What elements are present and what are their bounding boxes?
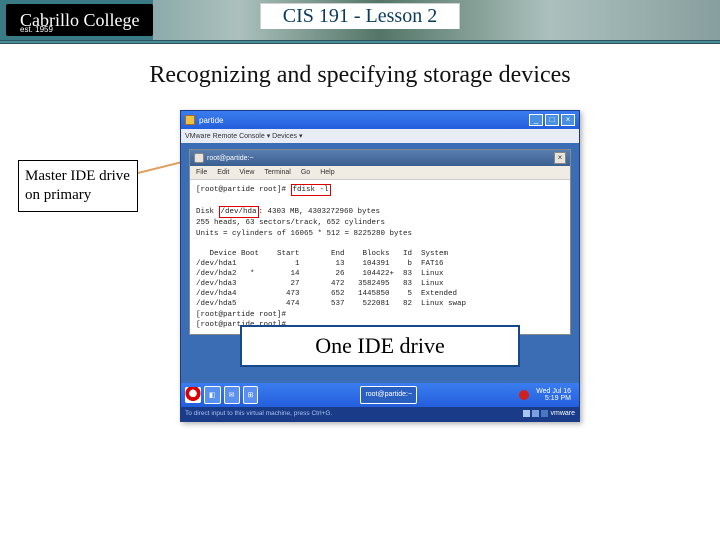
taskbar-app1-icon[interactable]: ◧ (204, 386, 221, 404)
vmware-window: partide _ □ × VMware Remote Console ▾ De… (180, 110, 580, 422)
taskbar-clock[interactable]: Wed Jul 16 5:19 PM (532, 388, 575, 402)
vmware-title-text: partide (199, 116, 223, 125)
terminal-output: [root@partide root]# fdisk -l Disk /dev/… (196, 184, 564, 330)
clock-day: Wed Jul 16 (536, 388, 571, 395)
taskbar-app3-icon[interactable]: ⊞ (243, 386, 259, 404)
terminal-title-text: root@partide:~ (207, 155, 554, 162)
menu-go[interactable]: Go (301, 169, 310, 176)
slide-body: Recognizing and specifying storage devic… (0, 44, 720, 89)
slide-header: Cabrillo College est. 1959 CIS 191 - Les… (0, 0, 720, 40)
clock-time: 5:19 PM (536, 395, 571, 402)
terminal-titlebar[interactable]: root@partide:~ × (190, 150, 570, 166)
vmware-status-hint: To direct input to this virtual machine,… (185, 410, 332, 417)
menu-edit[interactable]: Edit (217, 169, 229, 176)
minimize-button[interactable]: _ (529, 114, 543, 126)
vmware-statusbar: To direct input to this virtual machine,… (181, 407, 579, 421)
guest-taskbar[interactable]: ◧ ✉ ⊞ root@partide:~ Wed Jul 16 5:19 PM (181, 383, 579, 407)
taskbar-app2-icon[interactable]: ✉ (224, 386, 240, 404)
menu-terminal[interactable]: Terminal (264, 169, 290, 176)
terminal-body[interactable]: [root@partide root]# fdisk -l Disk /dev/… (190, 180, 570, 334)
vmware-titlebar[interactable]: partide _ □ × (181, 111, 579, 129)
taskbar-terminal-button[interactable]: root@partide:~ (360, 386, 417, 404)
terminal-menubar[interactable]: File Edit View Terminal Go Help (190, 166, 570, 180)
redhat-start-icon[interactable] (185, 387, 201, 403)
maximize-button[interactable]: □ (545, 114, 559, 126)
vmware-icon (185, 115, 195, 125)
annotation-master-ide: Master IDE drive on primary (18, 160, 138, 212)
tray-update-icon[interactable] (519, 390, 529, 400)
highlight-dev-hda: /dev/hda (219, 206, 259, 218)
highlight-fdisk-cmd: fdisk -l (291, 184, 331, 196)
overlay-one-ide-drive: One IDE drive (240, 325, 520, 367)
terminal-window: root@partide:~ × File Edit View Terminal… (189, 149, 571, 335)
vmware-menubar[interactable]: VMware Remote Console ▾ Devices ▾ (181, 129, 579, 143)
vmware-brand: vmware (523, 410, 575, 417)
menu-file[interactable]: File (196, 169, 207, 176)
vmware-brand-text: vmware (550, 410, 575, 417)
guest-desktop: root@partide:~ × File Edit View Terminal… (181, 143, 579, 339)
menu-help[interactable]: Help (320, 169, 334, 176)
taskbar-terminal-label: root@partide:~ (365, 391, 412, 398)
course-title: CIS 191 - Lesson 2 (260, 3, 460, 29)
terminal-close-button[interactable]: × (554, 152, 566, 164)
terminal-app-icon (194, 153, 204, 163)
menu-view[interactable]: View (239, 169, 254, 176)
slide-title: Recognizing and specifying storage devic… (50, 62, 670, 89)
close-button[interactable]: × (561, 114, 575, 126)
vmware-console-label[interactable]: VMware Remote Console ▾ Devices ▾ (185, 132, 303, 140)
